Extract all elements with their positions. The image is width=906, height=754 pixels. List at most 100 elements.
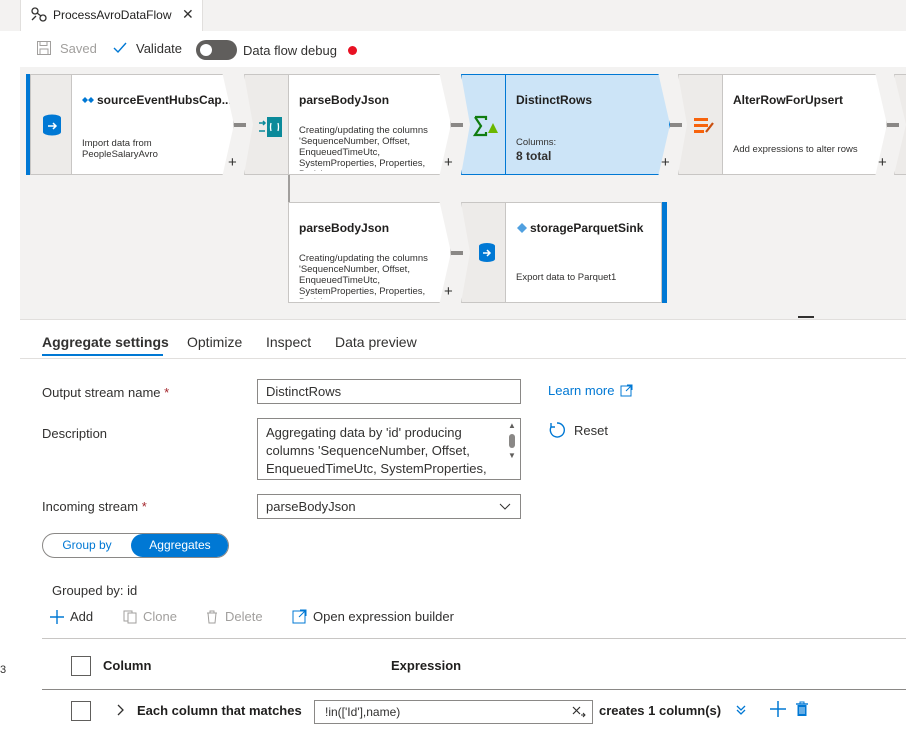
connector-distinct-alter — [670, 123, 682, 127]
panel-resize-handle[interactable] — [798, 316, 814, 318]
creates-columns-label: creates 1 column(s) — [599, 703, 722, 718]
dataflow-canvas: sourceEventHubsCap... Import data from P… — [20, 67, 906, 319]
alter-node-desc: Add expressions to alter rows — [733, 144, 858, 155]
column-pattern-label: Each column that matches — [137, 703, 302, 718]
tab-process-avro-data-flow[interactable]: ProcessAvroDataFlow ✕ — [20, 0, 203, 31]
distinct-icon-box[interactable] — [461, 74, 506, 175]
add-after-parse1-button[interactable]: + — [444, 154, 453, 171]
grouped-by-text: Grouped by: id — [52, 583, 138, 598]
eventhubs-icon — [82, 97, 94, 103]
parquet-diamond-icon — [517, 223, 527, 233]
sink-icon-box[interactable] — [461, 202, 506, 303]
source-node-title: sourceEventHubsCap... — [97, 93, 232, 107]
description-textarea[interactable]: Aggregating data by 'id' producing colum… — [257, 418, 521, 480]
incoming-stream-value: parseBodyJson — [266, 499, 356, 514]
add-button[interactable]: Add — [50, 609, 93, 624]
expand-chevron-icon[interactable] — [117, 704, 125, 716]
add-after-source-button[interactable]: + — [228, 154, 237, 171]
actions-divider — [42, 638, 906, 639]
debug-label: Data flow debug — [243, 42, 337, 58]
parse1-node-title: parseBodyJson — [299, 93, 390, 107]
row-checkbox[interactable] — [71, 701, 91, 721]
parse2-node-desc: Creating/updating the columns 'SequenceN… — [299, 253, 428, 299]
distinct-columns-value: 8 total — [516, 149, 552, 163]
parse-icon — [259, 117, 282, 137]
connector-parse2-sink — [451, 251, 463, 255]
source-database-icon — [43, 114, 61, 136]
add-after-alter-button[interactable]: + — [878, 154, 887, 171]
delete-button[interactable]: Delete — [205, 609, 263, 624]
data-flow-debug-toggle[interactable]: Data flow debug — [196, 40, 357, 60]
aggregates-toggle[interactable]: Aggregates — [131, 534, 228, 557]
distinct-node-title: DistinctRows — [516, 93, 593, 107]
edge-fragment-text: 3 — [0, 664, 7, 676]
validate-button[interactable]: Validate — [112, 40, 182, 56]
source-node-desc: Import data from PeopleSalaryAvro — [82, 138, 158, 160]
tab-aggregate-settings[interactable]: Aggregate settings — [42, 334, 169, 350]
toolbar: Saved Validate Data flow debug — [20, 31, 906, 67]
column-match-expression-input[interactable]: !in(['Id'],name) — [314, 700, 593, 724]
description-label: Description — [42, 426, 108, 441]
group-by-toggle[interactable]: Group by — [43, 534, 131, 557]
description-scrollbar[interactable]: ▲ ▼ — [506, 421, 518, 461]
column-header: Column — [103, 658, 152, 673]
tabs-divider — [20, 358, 906, 359]
column-match-expression-value: !in(['Id'],name) — [325, 705, 401, 719]
settings-panel: Aggregate settings Optimize Inspect Data… — [20, 319, 906, 754]
alter-node-title: AlterRowForUpsert — [733, 93, 844, 107]
sink-accent-bar — [662, 202, 667, 303]
debug-toggle-switch[interactable] — [196, 40, 237, 60]
reset-button[interactable]: Reset — [548, 421, 608, 439]
sink-node-desc: Export data to Parquet1 — [516, 272, 617, 283]
source-node[interactable]: sourceEventHubsCap... Import data from P… — [71, 74, 234, 175]
source-icon-box[interactable] — [30, 74, 72, 175]
description-value: Aggregating data by 'id' producing colum… — [266, 425, 487, 476]
parse2-node[interactable]: parseBodyJson Creating/updating the colu… — [288, 202, 451, 303]
output-stream-input[interactable]: DistinctRows — [257, 379, 521, 404]
saved-label: Saved — [60, 40, 97, 56]
incoming-stream-label: Incoming stream * — [42, 499, 147, 514]
debug-status-dot — [347, 45, 357, 55]
saved-button[interactable]: Saved — [36, 40, 97, 56]
select-all-checkbox[interactable] — [71, 656, 91, 676]
chevron-double-down-icon[interactable] — [735, 704, 747, 716]
delete-row-trash-icon[interactable] — [795, 701, 809, 717]
clone-button[interactable]: Clone — [123, 609, 177, 624]
tab-inspect[interactable]: Inspect — [266, 334, 311, 350]
trash-icon — [207, 610, 217, 623]
save-icon — [37, 41, 51, 55]
dataflow-icon — [30, 6, 48, 24]
sink-database-icon — [479, 243, 495, 262]
parse2-node-title: parseBodyJson — [299, 221, 390, 235]
parse1-node-desc: Creating/updating the columns 'SequenceN… — [299, 125, 428, 171]
alter-icon-box[interactable] — [678, 74, 723, 175]
connector-alter-next — [887, 123, 899, 127]
add-after-parse2-button[interactable]: + — [444, 283, 453, 300]
plus-icon — [50, 609, 64, 624]
parse1-node[interactable]: parseBodyJson Creating/updating the colu… — [288, 74, 451, 175]
add-after-distinct-button[interactable]: + — [661, 154, 670, 171]
validate-label: Validate — [136, 40, 183, 56]
connector-parse-distinct — [451, 123, 463, 127]
open-expression-builder-button[interactable]: Open expression builder — [292, 609, 454, 624]
tab-optimize[interactable]: Optimize — [187, 334, 242, 350]
output-stream-label: Output stream name * — [42, 385, 170, 400]
expression-clear-icon[interactable] — [572, 706, 586, 718]
close-icon[interactable]: ✕ — [182, 6, 194, 23]
external-link-icon — [620, 384, 633, 397]
parse1-icon-box[interactable] — [244, 74, 289, 175]
learn-more-link[interactable]: Learn more — [548, 383, 633, 398]
storage-parquet-sink-node[interactable]: storageParquetSink Export data to Parque… — [505, 202, 662, 303]
alter-row-node[interactable]: AlterRowForUpsert Add expressions to alt… — [722, 74, 887, 175]
distinct-rows-node[interactable]: DistinctRows Columns: 8 total — [505, 74, 670, 175]
tab-bar: ProcessAvroDataFlow ✕ — [0, 0, 906, 31]
groupby-aggregates-switch: Group by Aggregates — [42, 533, 229, 558]
tab-data-preview[interactable]: Data preview — [335, 334, 417, 350]
checkmark-icon — [113, 42, 127, 54]
add-row-plus-icon[interactable] — [770, 701, 786, 717]
connector-source-parse — [234, 123, 246, 127]
aggregate-sigma-icon — [473, 115, 498, 137]
incoming-stream-select[interactable]: parseBodyJson — [257, 494, 521, 519]
output-stream-value: DistinctRows — [266, 384, 342, 399]
distinct-columns-label: Columns: — [516, 137, 557, 148]
